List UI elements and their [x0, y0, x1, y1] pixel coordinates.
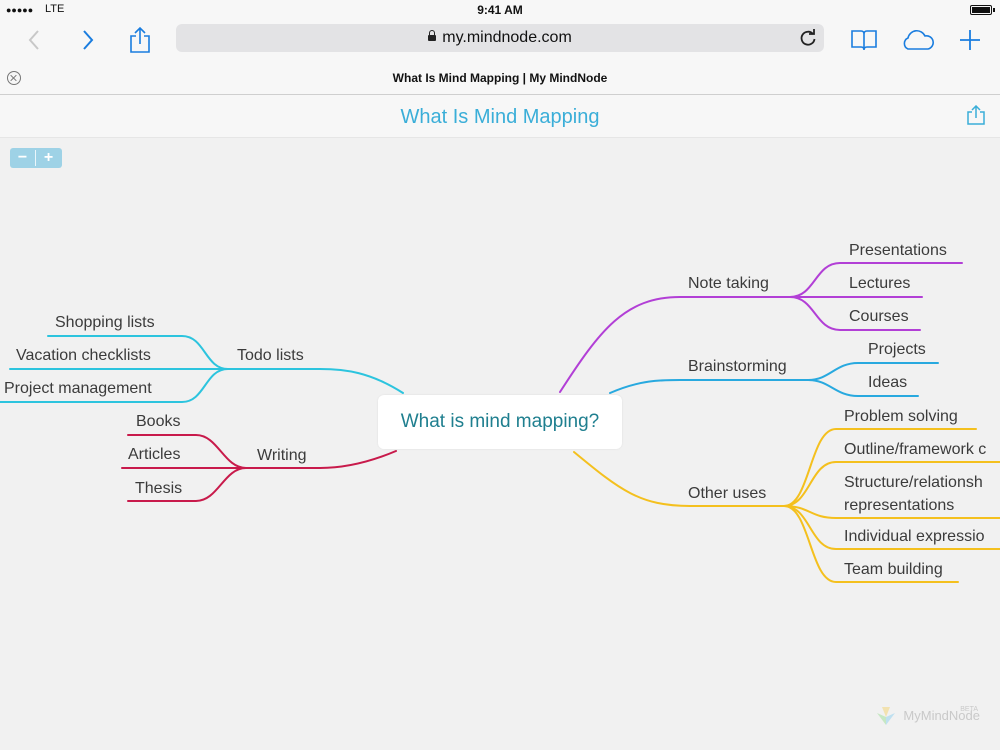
root-node-label: What is mind mapping? — [400, 411, 600, 432]
mind-map-connectors — [0, 262, 1000, 583]
node-articles[interactable]: Articles — [128, 446, 180, 464]
node-projects[interactable]: Projects — [868, 341, 926, 359]
brand-watermark: MyMindNode — [903, 708, 980, 723]
node-individual-expression[interactable]: Individual expressio — [844, 528, 985, 546]
node-outline-framework[interactable]: Outline/framework c — [844, 441, 986, 459]
node-project-management[interactable]: Project management — [4, 380, 152, 398]
node-thesis[interactable]: Thesis — [135, 480, 182, 498]
node-ideas[interactable]: Ideas — [868, 374, 907, 392]
node-todo-lists[interactable]: Todo lists — [237, 347, 304, 365]
node-shopping-lists[interactable]: Shopping lists — [55, 314, 155, 332]
node-courses[interactable]: Courses — [849, 308, 909, 326]
node-note-taking[interactable]: Note taking — [688, 275, 769, 293]
node-brainstorming[interactable]: Brainstorming — [688, 358, 787, 376]
node-other-uses[interactable]: Other uses — [688, 485, 766, 503]
node-writing[interactable]: Writing — [257, 447, 307, 465]
node-team-building[interactable]: Team building — [844, 561, 943, 579]
root-node[interactable]: What is mind mapping? — [378, 395, 622, 449]
mymindnode-logo-icon — [877, 707, 895, 725]
node-problem-solving[interactable]: Problem solving — [844, 408, 958, 426]
node-books[interactable]: Books — [136, 413, 180, 431]
node-vacation-checklists[interactable]: Vacation checklists — [16, 347, 151, 365]
node-presentations[interactable]: Presentations — [849, 242, 947, 260]
node-representations[interactable]: representations — [844, 497, 954, 515]
node-lectures[interactable]: Lectures — [849, 275, 910, 293]
node-structure-relationship[interactable]: Structure/relationsh — [844, 474, 983, 492]
